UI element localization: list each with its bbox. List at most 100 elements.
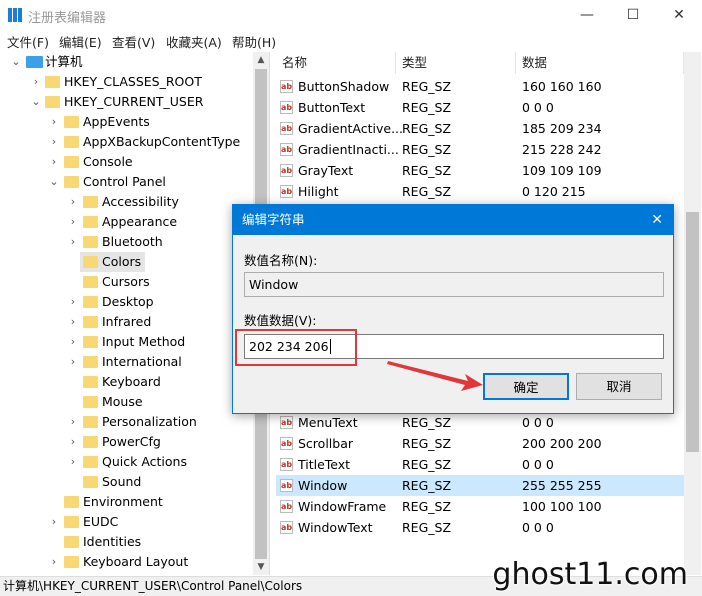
chevron-down-icon[interactable]: ⌄ <box>10 52 22 72</box>
value-name: TitleText <box>298 457 351 472</box>
folder-icon <box>83 296 98 308</box>
tree-item-label: Control Panel <box>83 174 166 189</box>
chevron-down-icon[interactable]: ⌄ <box>48 172 60 192</box>
value-data: 185 209 234 <box>522 121 602 136</box>
chevron-right-icon[interactable]: › <box>67 292 79 312</box>
value-type: REG_SZ <box>402 163 452 178</box>
folder-icon <box>64 496 79 508</box>
chevron-right-icon[interactable]: › <box>67 352 79 372</box>
list-scroll-thumb[interactable] <box>686 212 699 452</box>
tree-item-label: Bluetooth <box>102 234 163 249</box>
value-name: WindowFrame <box>298 499 387 514</box>
value-name: GradientInacti... <box>298 142 399 157</box>
tree-item[interactable]: Colors <box>80 252 145 272</box>
list-row[interactable]: ab GradientInacti... REG_SZ 215 228 242 <box>276 139 684 160</box>
value-data: 200 200 200 <box>522 436 602 451</box>
chevron-right-icon[interactable]: › <box>67 212 79 232</box>
tree-item-label: HKEY_CURRENT_USER <box>64 94 204 109</box>
tree-item-label: Mouse <box>102 394 143 409</box>
chevron-right-icon[interactable]: › <box>67 312 79 332</box>
menu-edit[interactable]: 编辑(E) <box>59 32 102 51</box>
chevron-right-icon[interactable]: › <box>67 192 79 212</box>
value-type: REG_SZ <box>402 478 452 493</box>
chevron-right-icon[interactable]: › <box>67 432 79 452</box>
list-row[interactable]: ab ButtonText REG_SZ 0 0 0 <box>276 97 684 118</box>
folder-icon <box>83 456 98 468</box>
value-data: 100 100 100 <box>522 499 602 514</box>
value-name: GradientActive... <box>298 121 403 136</box>
chevron-right-icon[interactable]: › <box>67 232 79 252</box>
menu-file[interactable]: 文件(F) <box>7 32 49 51</box>
menu-favorites[interactable]: 收藏夹(A) <box>166 32 222 51</box>
value-type: REG_SZ <box>402 436 452 451</box>
value-name: WindowText <box>298 520 373 535</box>
chevron-right-icon[interactable]: › <box>48 552 60 572</box>
string-value-icon: ab <box>280 521 293 534</box>
watermark: ghost11.com <box>492 557 688 592</box>
column-header-data[interactable]: 数据 <box>516 52 684 74</box>
list-row[interactable]: ab GradientActive... REG_SZ 185 209 234 <box>276 118 684 139</box>
menu-help[interactable]: 帮助(H) <box>232 32 276 51</box>
tree-item-label: Appearance <box>102 214 178 229</box>
scroll-up-icon[interactable]: ▲ <box>253 52 269 68</box>
computer-icon <box>26 56 43 68</box>
cancel-button[interactable]: 取消 <box>576 373 662 400</box>
list-row[interactable]: ab Window REG_SZ 255 255 255 <box>276 475 684 496</box>
tree-item-label: PowerCfg <box>102 434 161 449</box>
list-row[interactable]: ab Hilight REG_SZ 0 120 215 <box>276 181 684 202</box>
value-name: Window <box>298 478 348 493</box>
maximize-button[interactable]: ☐ <box>610 0 656 30</box>
value-data: 0 0 0 <box>522 100 554 115</box>
chevron-right-icon[interactable]: › <box>67 452 79 472</box>
string-value-icon: ab <box>280 500 293 513</box>
folder-icon <box>83 216 98 228</box>
list-row[interactable]: ab WindowText REG_SZ 0 0 0 <box>276 517 684 538</box>
regedit-app-icon <box>8 8 22 22</box>
folder-icon <box>64 536 79 548</box>
tree-item-label: AppEvents <box>83 114 150 129</box>
tree-item-label: Accessibility <box>102 194 179 209</box>
tree-item-label: Identities <box>83 534 142 549</box>
string-value-icon: ab <box>280 122 293 135</box>
string-value-icon: ab <box>280 437 293 450</box>
ok-button[interactable]: 确定 <box>483 373 569 400</box>
list-scrollbar[interactable] <box>684 52 701 575</box>
chevron-right-icon[interactable]: › <box>67 332 79 352</box>
list-row[interactable]: ab Scrollbar REG_SZ 200 200 200 <box>276 433 684 454</box>
tree-item-label: International <box>102 354 182 369</box>
close-button[interactable]: ✕ <box>656 0 702 30</box>
column-header-type[interactable]: 类型 <box>396 52 516 74</box>
tree-item-label: Keyboard <box>102 374 161 389</box>
list-row[interactable]: ab WindowFrame REG_SZ 100 100 100 <box>276 496 684 517</box>
list-row[interactable]: ab ButtonShadow REG_SZ 160 160 160 <box>276 76 684 97</box>
folder-icon <box>83 316 98 328</box>
chevron-right-icon[interactable]: › <box>48 132 60 152</box>
list-row[interactable]: ab GrayText REG_SZ 109 109 109 <box>276 160 684 181</box>
chevron-right-icon[interactable]: › <box>67 412 79 432</box>
folder-icon <box>45 76 60 88</box>
list-row[interactable]: ab MenuText REG_SZ 0 0 0 <box>276 412 684 433</box>
folder-icon <box>83 196 98 208</box>
column-header-name[interactable]: 名称 <box>276 52 396 74</box>
dialog-close-icon[interactable]: ✕ <box>651 205 663 235</box>
tree-item-label: Colors <box>102 254 142 269</box>
chevron-right-icon[interactable]: › <box>30 72 42 92</box>
value-name: Hilight <box>298 184 339 199</box>
tree-item-label: Infrared <box>102 314 152 329</box>
minimize-button[interactable]: — <box>564 0 610 30</box>
value-name: ButtonShadow <box>298 79 390 94</box>
chevron-right-icon[interactable]: › <box>48 512 60 532</box>
value-name: MenuText <box>298 415 358 430</box>
tree-item-label: Quick Actions <box>102 454 187 469</box>
scroll-down-icon[interactable]: ▼ <box>253 559 269 575</box>
value-type: REG_SZ <box>402 100 452 115</box>
chevron-right-icon[interactable]: › <box>48 152 60 172</box>
value-type: REG_SZ <box>402 457 452 472</box>
string-value-icon: ab <box>280 143 293 156</box>
list-row[interactable]: ab TitleText REG_SZ 0 0 0 <box>276 454 684 475</box>
folder-icon <box>64 556 79 568</box>
folder-icon <box>64 516 79 528</box>
chevron-right-icon[interactable]: › <box>48 112 60 132</box>
chevron-down-icon[interactable]: ⌄ <box>30 92 42 112</box>
menu-view[interactable]: 查看(V) <box>112 32 155 51</box>
